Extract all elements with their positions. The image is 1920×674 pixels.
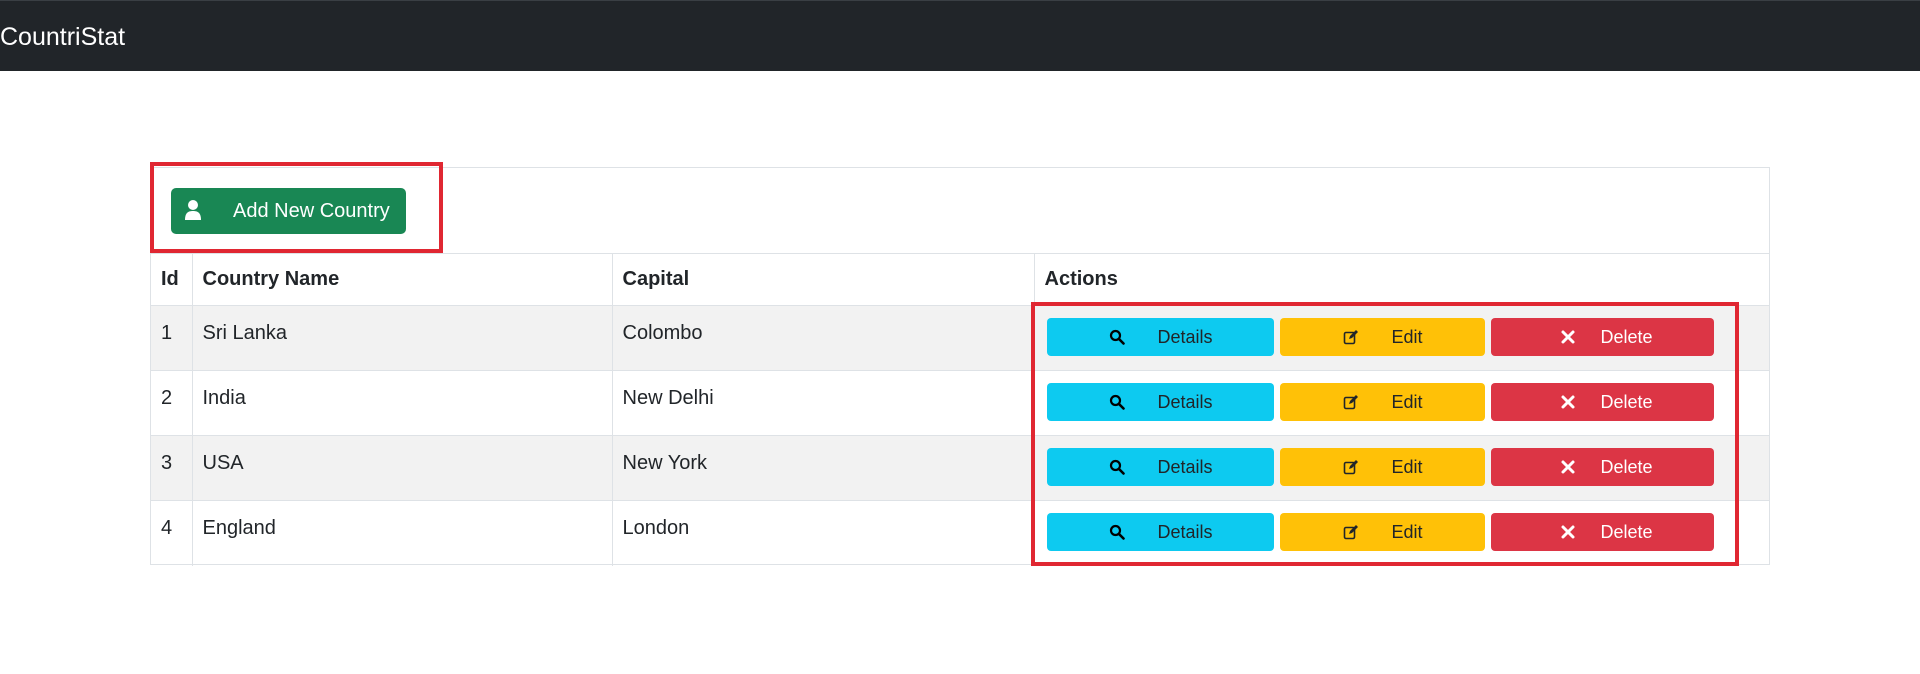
action-buttons: Details Edit Delete xyxy=(1046,448,1770,486)
edit-icon xyxy=(1343,460,1358,475)
close-icon xyxy=(1561,460,1574,474)
delete-label: Delete xyxy=(1600,327,1653,347)
details-label: Details xyxy=(1157,457,1213,477)
cell-id: 4 xyxy=(151,500,193,566)
close-icon xyxy=(1561,330,1574,344)
cell-capital: Colombo xyxy=(612,305,1035,371)
edit-label: Edit xyxy=(1391,327,1423,347)
edit-button[interactable]: Edit xyxy=(1279,448,1485,486)
table-row: 2 India New Delhi Details Edit Delete xyxy=(151,370,1769,436)
cell-id: 2 xyxy=(151,370,193,436)
countries-card: Add New Country Id Country Name Capital … xyxy=(150,167,1770,566)
cell-capital: New Delhi xyxy=(612,370,1035,436)
delete-button[interactable]: Delete xyxy=(1490,513,1714,551)
add-new-country-button[interactable]: Add New Country xyxy=(171,188,406,234)
delete-label: Delete xyxy=(1600,522,1653,542)
details-button[interactable]: Details xyxy=(1046,448,1274,486)
edit-icon xyxy=(1343,330,1358,345)
countries-table: Id Country Name Capital Actions 1 Sri La… xyxy=(151,254,1769,566)
edit-label: Edit xyxy=(1391,457,1423,477)
cell-actions: Details Edit Delete xyxy=(1034,306,1769,371)
search-icon xyxy=(1109,329,1125,345)
cell-actions: Details Edit Delete xyxy=(1034,501,1769,566)
table-row: 1 Sri Lanka Colombo Details Edit Delete xyxy=(151,305,1769,371)
navbar: CountriStat xyxy=(0,0,1920,71)
details-label: Details xyxy=(1157,522,1213,542)
delete-button[interactable]: Delete xyxy=(1490,318,1714,356)
table-row: 4 England London Details Edit Delete xyxy=(151,500,1769,566)
delete-label: Delete xyxy=(1600,392,1653,412)
search-icon xyxy=(1109,394,1125,410)
details-button[interactable]: Details xyxy=(1046,318,1274,356)
action-buttons: Details Edit Delete xyxy=(1046,383,1770,421)
cell-capital: London xyxy=(612,500,1035,566)
cell-country-name: USA xyxy=(192,435,613,501)
details-label: Details xyxy=(1157,392,1213,412)
search-icon xyxy=(1109,524,1125,540)
close-icon xyxy=(1561,525,1574,539)
delete-button[interactable]: Delete xyxy=(1490,448,1714,486)
details-button[interactable]: Details xyxy=(1046,513,1274,551)
close-icon xyxy=(1561,395,1574,409)
table-header-row: Id Country Name Capital Actions xyxy=(151,254,1769,306)
table-row: 3 USA New York Details Edit Delete xyxy=(151,435,1769,501)
cell-actions: Details Edit Delete xyxy=(1034,436,1769,501)
cell-capital: New York xyxy=(612,435,1035,501)
cell-country-name: England xyxy=(192,500,613,566)
brand-title[interactable]: CountriStat xyxy=(0,1,125,72)
cell-actions: Details Edit Delete xyxy=(1034,371,1769,436)
cell-id: 1 xyxy=(151,305,193,371)
cell-country-name: India xyxy=(192,370,613,436)
edit-button[interactable]: Edit xyxy=(1279,318,1485,356)
card-header: Add New Country xyxy=(151,168,1769,254)
search-icon xyxy=(1109,459,1125,475)
header-actions: Actions xyxy=(1034,254,1769,306)
header-capital: Capital xyxy=(612,254,1035,306)
action-buttons: Details Edit Delete xyxy=(1046,513,1770,551)
delete-label: Delete xyxy=(1600,457,1653,477)
details-button[interactable]: Details xyxy=(1046,383,1274,421)
cell-country-name: Sri Lanka xyxy=(192,305,613,371)
edit-label: Edit xyxy=(1391,522,1423,542)
header-country-name: Country Name xyxy=(192,254,613,306)
details-label: Details xyxy=(1157,327,1213,347)
edit-button[interactable]: Edit xyxy=(1279,513,1485,551)
header-id: Id xyxy=(151,254,193,306)
edit-label: Edit xyxy=(1391,392,1423,412)
user-icon xyxy=(185,200,201,220)
edit-icon xyxy=(1343,525,1358,540)
edit-button[interactable]: Edit xyxy=(1279,383,1485,421)
edit-icon xyxy=(1343,395,1358,410)
cell-id: 3 xyxy=(151,435,193,501)
action-buttons: Details Edit Delete xyxy=(1046,318,1770,356)
add-new-country-label: Add New Country xyxy=(233,200,390,222)
delete-button[interactable]: Delete xyxy=(1490,383,1714,421)
